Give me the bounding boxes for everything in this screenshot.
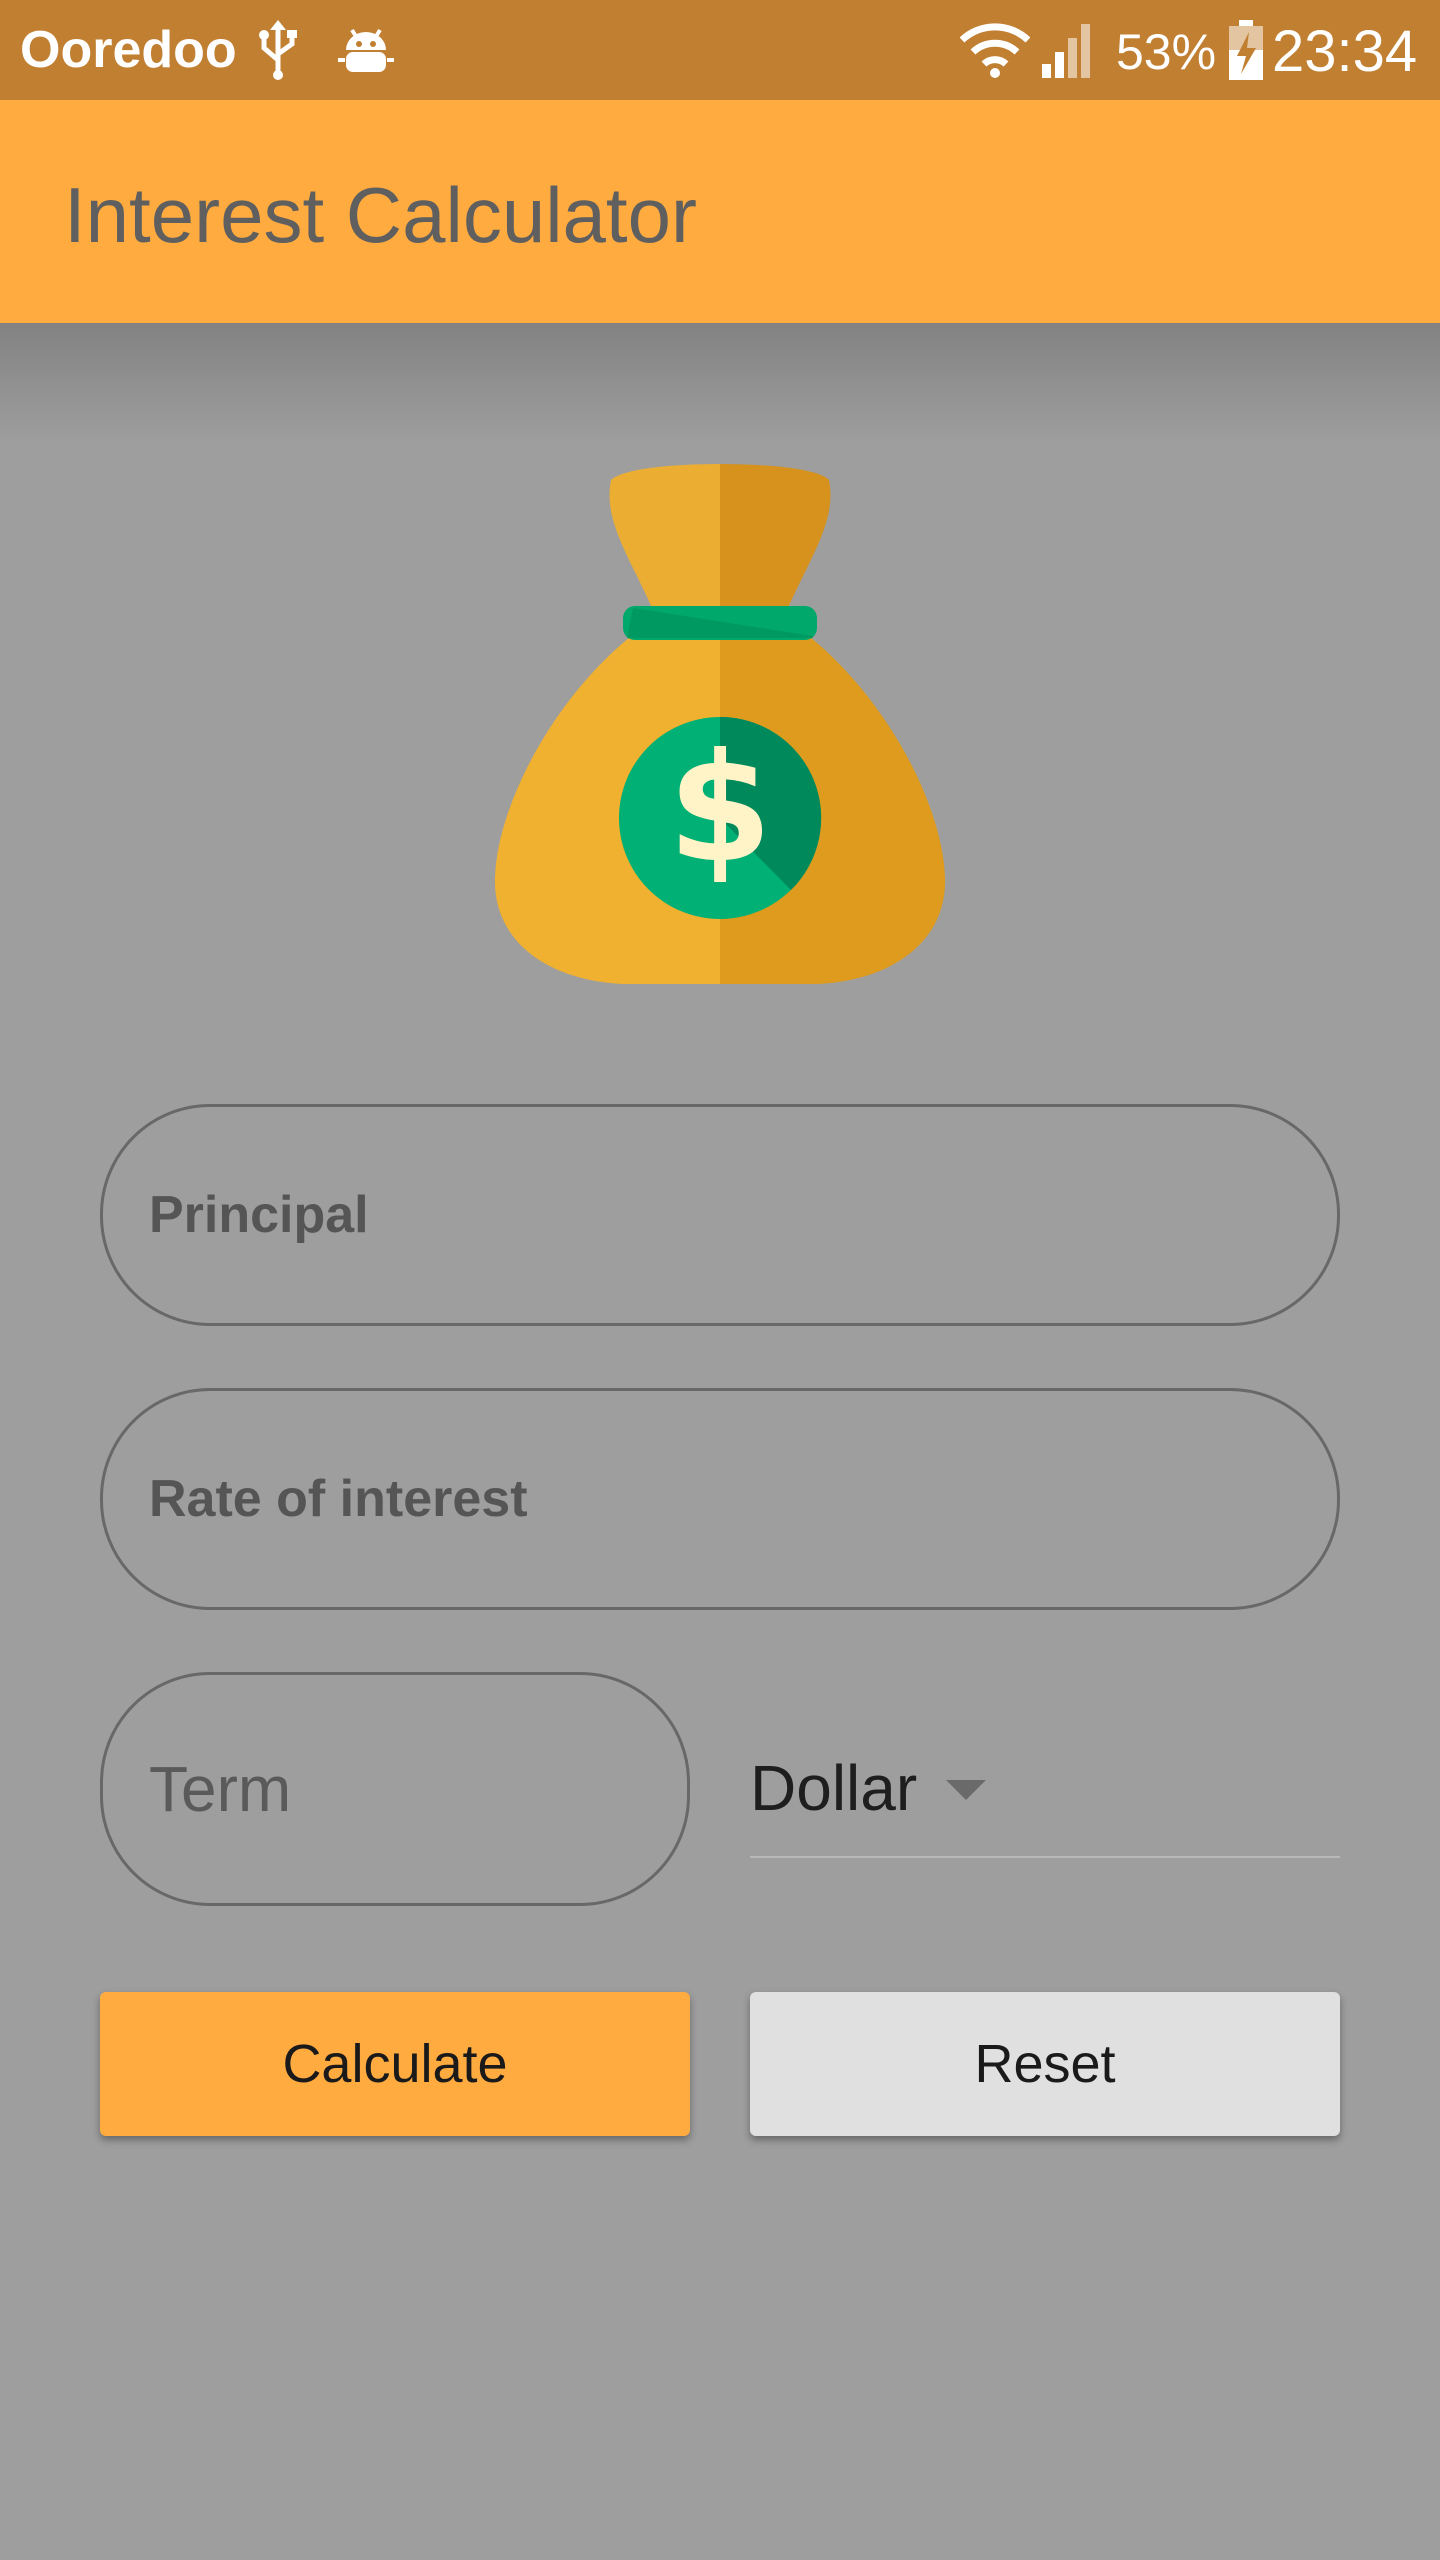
app-bar: Interest Calculator bbox=[0, 100, 1440, 323]
app-bar-shadow bbox=[0, 323, 1440, 443]
status-bar: Ooredoo 53% 23:34 bbox=[0, 0, 1440, 100]
android-debug-icon bbox=[338, 28, 394, 72]
principal-input[interactable]: Principal bbox=[100, 1104, 1340, 1326]
reset-button[interactable]: Reset bbox=[750, 1992, 1340, 2136]
dropdown-arrow-icon bbox=[946, 1780, 986, 1800]
cell-signal-icon bbox=[1042, 24, 1090, 78]
calculate-button[interactable]: Calculate bbox=[100, 1992, 690, 2136]
term-placeholder: Term bbox=[149, 1753, 292, 1825]
currency-dropdown[interactable]: Dollar bbox=[750, 1720, 1340, 1858]
term-input[interactable]: Term bbox=[100, 1672, 690, 1906]
rate-of-interest-input[interactable]: Rate of interest bbox=[100, 1388, 1340, 1610]
currency-selected-value: Dollar bbox=[750, 1752, 918, 1824]
clock: 23:34 bbox=[1272, 19, 1418, 84]
usb-icon bbox=[259, 20, 297, 80]
battery-charging-icon bbox=[1229, 20, 1263, 80]
app-title: Interest Calculator bbox=[64, 171, 697, 259]
carrier-name: Ooredoo bbox=[20, 21, 237, 79]
wifi-icon bbox=[960, 23, 1030, 78]
battery-percent: 53% bbox=[1116, 24, 1217, 80]
rate-placeholder: Rate of interest bbox=[149, 1470, 528, 1528]
principal-placeholder: Principal bbox=[149, 1186, 369, 1244]
dollar-sign: $ bbox=[668, 722, 772, 896]
money-bag-icon: $ bbox=[494, 464, 946, 984]
